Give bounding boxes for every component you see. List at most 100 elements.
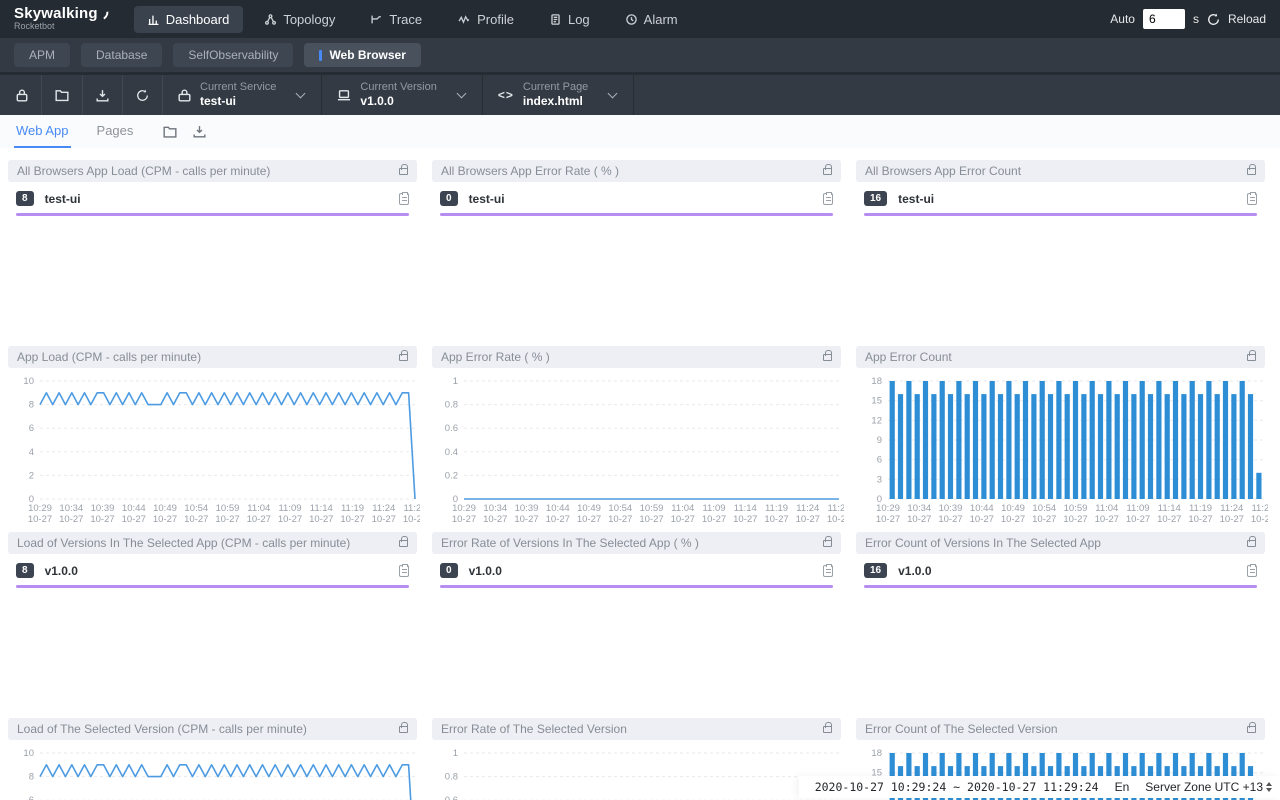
svg-text:11:09: 11:09 bbox=[1126, 503, 1149, 514]
lock-icon[interactable] bbox=[399, 354, 408, 361]
lock-icon[interactable] bbox=[399, 540, 408, 547]
card-all-browsers-app-error-rate: All Browsers App Error Rate ( % ) 0 test… bbox=[429, 160, 844, 344]
card-title: App Error Rate ( % ) bbox=[441, 350, 823, 364]
import-template-button[interactable] bbox=[42, 75, 83, 115]
card-load-of-versions: Load of Versions In The Selected App (CP… bbox=[5, 532, 420, 716]
time-range-picker[interactable]: 2020-10-27 10:29:24 ~ 2020-10-27 11:29:2… bbox=[815, 780, 1099, 794]
svg-text:11:24: 11:24 bbox=[372, 503, 395, 514]
reload-label[interactable]: Reload bbox=[1228, 12, 1266, 26]
svg-text:10-27: 10-27 bbox=[1220, 514, 1244, 525]
lock-icon[interactable] bbox=[823, 168, 832, 175]
lock-icon[interactable] bbox=[1247, 168, 1256, 175]
svg-text:10-27: 10-27 bbox=[702, 514, 726, 525]
auto-interval-input[interactable] bbox=[1143, 9, 1185, 29]
reload-icon[interactable] bbox=[1207, 13, 1220, 26]
download-icon[interactable] bbox=[193, 125, 206, 138]
item-label: v1.0.0 bbox=[469, 564, 502, 578]
item-progress-bar bbox=[440, 213, 833, 216]
card-title: All Browsers App Error Rate ( % ) bbox=[441, 164, 823, 178]
nav-item-trace[interactable]: Trace bbox=[357, 6, 436, 33]
lock-icon[interactable] bbox=[399, 726, 408, 733]
svg-text:10:34: 10:34 bbox=[483, 503, 507, 514]
tab-web-app[interactable]: Web App bbox=[14, 115, 71, 148]
svg-text:10-27: 10-27 bbox=[59, 514, 83, 525]
zone-stepper[interactable] bbox=[1266, 782, 1272, 792]
nav-item-dashboard[interactable]: Dashboard bbox=[134, 6, 244, 33]
svg-text:0.6: 0.6 bbox=[445, 795, 458, 800]
lock-icon[interactable] bbox=[823, 540, 832, 547]
svg-text:10-27: 10-27 bbox=[215, 514, 239, 525]
current-version-selector[interactable]: Current Version v1.0.0 bbox=[322, 75, 482, 115]
copy-icon[interactable] bbox=[1247, 565, 1257, 577]
subtab-database[interactable]: Database bbox=[81, 43, 162, 67]
list-item[interactable]: 8 test-ui bbox=[5, 182, 420, 213]
list-item[interactable]: 8 v1.0.0 bbox=[5, 554, 420, 585]
copy-icon[interactable] bbox=[399, 565, 409, 577]
svg-text:11:24: 11:24 bbox=[796, 503, 819, 514]
item-label: v1.0.0 bbox=[45, 564, 78, 578]
folder-icon[interactable] bbox=[163, 126, 177, 138]
value-badge: 8 bbox=[16, 563, 34, 578]
svg-text:10:59: 10:59 bbox=[216, 503, 240, 514]
subtab-web-browser[interactable]: Web Browser bbox=[304, 43, 420, 67]
card-title: All Browsers App Load (CPM - calls per m… bbox=[17, 164, 399, 178]
item-progress-bar bbox=[16, 585, 409, 588]
list-item[interactable]: 16 v1.0.0 bbox=[853, 554, 1268, 585]
language-toggle[interactable]: En bbox=[1115, 780, 1130, 794]
sync-templates-button[interactable] bbox=[123, 75, 163, 115]
copy-icon[interactable] bbox=[1247, 193, 1257, 205]
item-progress-bar bbox=[440, 585, 833, 588]
svg-text:10-27: 10-27 bbox=[671, 514, 695, 525]
svg-text:10-27: 10-27 bbox=[608, 514, 632, 525]
svg-text:10-27: 10-27 bbox=[514, 514, 538, 525]
card-selected-version-error-rate-chart: Error Rate of The Selected Version 00.20… bbox=[429, 718, 844, 800]
current-service-selector[interactable]: Current Service test-ui bbox=[163, 75, 322, 115]
svg-text:10:34: 10:34 bbox=[907, 503, 931, 514]
subtab-apm[interactable]: APM bbox=[14, 43, 70, 67]
lock-template-button[interactable] bbox=[0, 75, 42, 115]
lock-icon[interactable] bbox=[1247, 540, 1256, 547]
svg-text:10-27: 10-27 bbox=[28, 514, 52, 525]
stepper-down-icon[interactable] bbox=[1266, 788, 1272, 792]
svg-text:10-27: 10-27 bbox=[372, 514, 396, 525]
list-item[interactable]: 0 v1.0.0 bbox=[429, 554, 844, 585]
svg-text:18: 18 bbox=[871, 748, 882, 759]
svg-text:10-27: 10-27 bbox=[938, 514, 962, 525]
dashboard-grid: All Browsers App Load (CPM - calls per m… bbox=[0, 148, 1280, 800]
tab-pages[interactable]: Pages bbox=[95, 115, 136, 148]
lock-icon[interactable] bbox=[399, 168, 408, 175]
stepper-up-icon[interactable] bbox=[1266, 782, 1272, 786]
list-item[interactable]: 0 test-ui bbox=[429, 182, 844, 213]
svg-text:1: 1 bbox=[453, 376, 458, 387]
item-progress-bar bbox=[864, 585, 1257, 588]
nav-item-log[interactable]: Log bbox=[536, 6, 604, 33]
logo-subtitle: Rocketbot bbox=[14, 22, 108, 31]
copy-icon[interactable] bbox=[823, 565, 833, 577]
nav-item-topology[interactable]: Topology bbox=[251, 6, 349, 33]
lock-icon[interactable] bbox=[823, 726, 832, 733]
svg-text:10-27: 10-27 bbox=[639, 514, 663, 525]
current-page-label: Current Page bbox=[523, 81, 588, 95]
svg-text:10:34: 10:34 bbox=[59, 503, 83, 514]
profile-icon bbox=[458, 14, 470, 25]
copy-icon[interactable] bbox=[399, 193, 409, 205]
current-version-value: v1.0.0 bbox=[360, 94, 436, 109]
current-page-selector[interactable]: <> Current Page index.html bbox=[483, 75, 634, 115]
svg-text:11:19: 11:19 bbox=[341, 503, 364, 514]
svg-text:10-27: 10-27 bbox=[153, 514, 177, 525]
list-item[interactable]: 16 test-ui bbox=[853, 182, 1268, 213]
dashboard-toolbar: Current Service test-ui Current Version … bbox=[0, 72, 1280, 115]
lock-icon[interactable] bbox=[823, 354, 832, 361]
subtab-selfobservability[interactable]: SelfObservability bbox=[173, 43, 293, 67]
copy-icon[interactable] bbox=[823, 193, 833, 205]
auto-label: Auto bbox=[1110, 12, 1135, 26]
card-title: Error Rate of Versions In The Selected A… bbox=[441, 536, 823, 550]
nav-item-alarm[interactable]: Alarm bbox=[612, 6, 692, 33]
card-title: App Load (CPM - calls per minute) bbox=[17, 350, 399, 364]
export-template-button[interactable] bbox=[83, 75, 123, 115]
lock-icon[interactable] bbox=[1247, 354, 1256, 361]
lock-icon[interactable] bbox=[1247, 726, 1256, 733]
chevron-down-icon bbox=[456, 88, 466, 98]
nav-item-profile[interactable]: Profile bbox=[444, 6, 528, 33]
skywalking-logo: Skywalking Rocketbot bbox=[0, 6, 134, 31]
